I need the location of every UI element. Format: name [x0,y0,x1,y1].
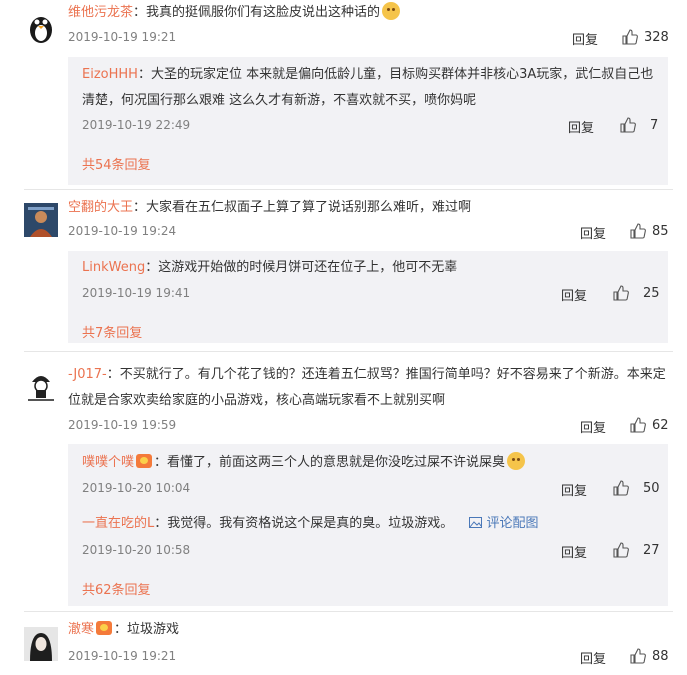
avatar[interactable] [24,368,58,402]
thumbs-up-icon [630,417,646,433]
reply-button[interactable]: 回复 [561,542,587,561]
like-count: 7 [650,117,659,133]
like-count: 88 [652,648,669,664]
reply-button[interactable]: 回复 [561,480,587,499]
smile-emoji-icon [382,2,401,20]
comment-item: -J017-：不买就行了。有几个花了钱的？还连着五仁叔骂？推国行简单吗？好不容易… [0,362,687,612]
reply-button[interactable]: 回复 [580,223,606,242]
thumbs-up-icon [622,29,638,45]
comment-text: ：大家看在五仁叔面子上算了算了说话别那么难听，难过啊 [133,200,472,215]
comment-time: 2019-10-19 19:59 [68,418,177,432]
more-replies-link[interactable]: 共62条回复 [82,579,151,598]
reply-thread: EizoHHH：大圣的玩家定位 本来就是偏向低龄儿童，目标购买群体并非核心3A玩… [68,57,668,185]
divider [24,189,673,190]
comment-item: 维他污龙茶：我真的挺佩服你们有这脸皮说出这种话的 2019-10-19 19:2… [0,0,687,185]
like-count: 25 [643,285,660,301]
smile-emoji-icon [507,452,526,470]
image-link-label: 评论配图 [486,516,539,531]
like-button[interactable]: 27 [613,542,660,558]
reply-button[interactable]: 回复 [580,417,606,436]
divider [24,611,673,612]
thumbs-up-icon [613,480,629,496]
thumbs-up-icon [613,285,629,301]
username-link[interactable]: 一直在吃的L [82,516,154,531]
comment-text: ：我真的挺佩服你们有这脸皮说出这种话的 [133,5,381,20]
comment-item: 澈寒 ：垃圾游戏 2019-10-19 19:21 回复 88 [0,617,687,675]
like-button[interactable]: 88 [630,648,669,664]
reply-item: 噗噗个噗 ：看懂了，前面这两三个人的意思就是你没吃过屎不许说屎臭 [82,450,654,476]
vip-badge-icon [136,454,153,468]
reply-button[interactable]: 回复 [580,648,606,667]
like-button[interactable]: 328 [622,29,669,45]
thumbs-up-icon [620,117,636,133]
username-link[interactable]: 空翻的大王 [68,200,133,215]
avatar[interactable] [24,627,58,661]
like-button[interactable]: 7 [620,117,658,133]
like-button[interactable]: 50 [613,480,660,496]
thumbs-up-icon [630,223,646,239]
reply-button[interactable]: 回复 [572,29,598,48]
reply-item: LinkWeng：这游戏开始做的时候月饼可还在位子上，他可不无辜 [82,255,654,281]
more-replies-link[interactable]: 共54条回复 [82,154,151,173]
more-replies-link[interactable]: 共7条回复 [82,322,142,341]
image-link[interactable]: 评论配图 [469,516,539,531]
comment-time: 2019-10-19 19:21 [68,649,177,663]
thumbs-up-icon [613,542,629,558]
username-link[interactable]: -J017- [68,367,107,382]
reply-time: 2019-10-20 10:04 [82,481,191,495]
username-link[interactable]: 澈寒 [68,622,94,637]
image-icon [469,517,483,528]
reply-thread: LinkWeng：这游戏开始做的时候月饼可还在位子上，他可不无辜 2019-10… [68,251,668,343]
username-link[interactable]: LinkWeng [82,260,145,275]
reply-thread: 噗噗个噗 ：看懂了，前面这两三个人的意思就是你没吃过屎不许说屎臭 2019-10-… [68,444,668,606]
vip-badge-icon [96,621,113,635]
like-button[interactable]: 85 [630,223,669,239]
username-link[interactable]: 维他污龙茶 [68,5,133,20]
like-count: 27 [643,542,660,558]
comment-time: 2019-10-19 19:21 [68,30,177,44]
like-count: 328 [644,29,669,45]
username-link[interactable]: EizoHHH [82,67,138,82]
avatar[interactable] [24,203,58,237]
reply-button[interactable]: 回复 [568,117,594,136]
like-count: 50 [643,480,660,496]
reply-time: 2019-10-19 22:49 [82,118,191,132]
reply-time: 2019-10-19 19:41 [82,286,191,300]
reply-button[interactable]: 回复 [561,285,587,304]
like-button[interactable]: 25 [613,285,660,301]
reply-item: EizoHHH：大圣的玩家定位 本来就是偏向低龄儿童，目标购买群体并非核心3A玩… [82,62,654,114]
comment-item: 空翻的大王：大家看在五仁叔面子上算了算了说话别那么难听，难过啊 2019-10-… [0,193,687,343]
reply-text: ：大圣的玩家定位 本来就是偏向低龄儿童，目标购买群体并非核心3A玩家，武仁叔自己… [82,67,654,108]
avatar[interactable] [24,10,58,44]
like-count: 85 [652,223,669,239]
reply-item: 一直在吃的L：我觉得。我有资格说这个屎是真的臭。垃圾游戏。 评论配图 [82,511,654,537]
username-link[interactable]: 噗噗个噗 [82,455,134,470]
comment-text: ：不买就行了。有几个花了钱的？还连着五仁叔骂？推国行简单吗？好不容易来了个新游。… [68,367,666,408]
reply-text: ：我觉得。我有资格说这个屎是真的臭。垃圾游戏。 [154,516,454,531]
like-count: 62 [652,417,669,433]
thumbs-up-icon [630,648,646,664]
reply-time: 2019-10-20 10:58 [82,543,191,557]
comment-time: 2019-10-19 19:24 [68,224,177,238]
divider [24,351,673,352]
like-button[interactable]: 62 [630,417,669,433]
reply-text: ：看懂了，前面这两三个人的意思就是你没吃过屎不许说屎臭 [154,455,506,470]
reply-text: ：这游戏开始做的时候月饼可还在位子上，他可不无辜 [145,260,458,275]
comment-text: ：垃圾游戏 [114,622,180,637]
